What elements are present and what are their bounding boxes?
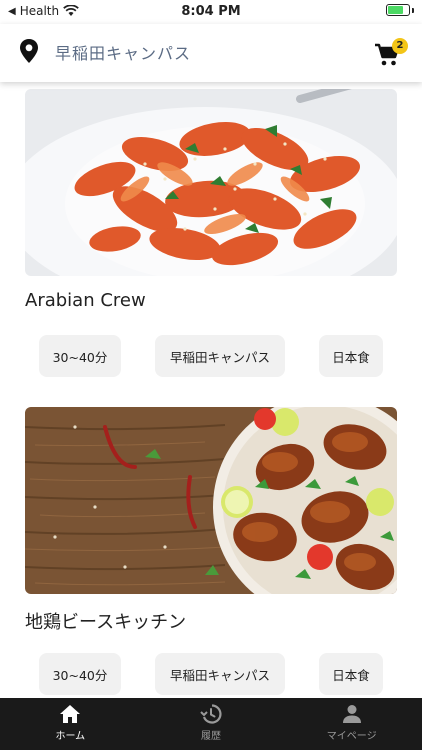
delivery-time-tag: 30~40分 xyxy=(39,335,121,377)
battery-indicator xyxy=(386,4,414,16)
status-bar: ◀ Health 8:04 PM xyxy=(0,0,422,24)
status-time: 8:04 PM xyxy=(181,4,241,19)
restaurant-list[interactable]: Arabian Crew 30~40分 早稲田キャンパス 日本食 地鶏ビースキッ… xyxy=(0,82,422,698)
cuisine-tag: 日本食 xyxy=(319,653,383,695)
tab-home-label: ホーム xyxy=(55,731,86,742)
tab-mypage-label: マイページ xyxy=(326,731,377,742)
restaurant-image-pasta[interactable] xyxy=(25,89,397,276)
cart-count-badge: 2 xyxy=(392,38,408,54)
restaurant-card[interactable]: 地鶏ビースキッチン 30~40分 早稲田キャンパス 日本食 xyxy=(25,407,397,695)
bottom-tab-bar: ホーム 履歴 マイページ xyxy=(0,698,422,750)
restaurant-name[interactable]: 地鶏ビースキッチン xyxy=(25,608,397,634)
delivery-time-tag: 30~40分 xyxy=(39,653,121,695)
battery-fill xyxy=(388,6,403,14)
history-icon xyxy=(200,704,222,724)
tab-mypage[interactable]: マイページ xyxy=(281,698,422,750)
cart-button[interactable]: 2 xyxy=(368,30,414,76)
restaurant-card[interactable]: Arabian Crew 30~40分 早稲田キャンパス 日本食 xyxy=(25,89,397,377)
tab-history[interactable]: 履歴 xyxy=(141,698,282,750)
location-label[interactable]: 早稲田キャンパス xyxy=(55,40,191,64)
battery-icon xyxy=(386,4,410,16)
person-icon xyxy=(342,705,361,723)
location-pin-icon[interactable] xyxy=(18,38,40,64)
restaurant-tags: 30~40分 早稲田キャンパス 日本食 xyxy=(39,653,383,695)
restaurant-image-grilled-chicken[interactable] xyxy=(25,407,397,594)
campus-tag: 早稲田キャンパス xyxy=(155,335,285,377)
restaurant-name[interactable]: Arabian Crew xyxy=(25,290,397,311)
home-icon xyxy=(60,705,81,723)
cuisine-tag: 日本食 xyxy=(319,335,383,377)
restaurant-tags: 30~40分 早稲田キャンパス 日本食 xyxy=(39,335,383,377)
campus-tag: 早稲田キャンパス xyxy=(155,653,285,695)
app-header: 早稲田キャンパス 2 xyxy=(0,24,422,82)
tab-home[interactable]: ホーム xyxy=(0,698,141,750)
tab-history-label: 履歴 xyxy=(201,731,221,742)
